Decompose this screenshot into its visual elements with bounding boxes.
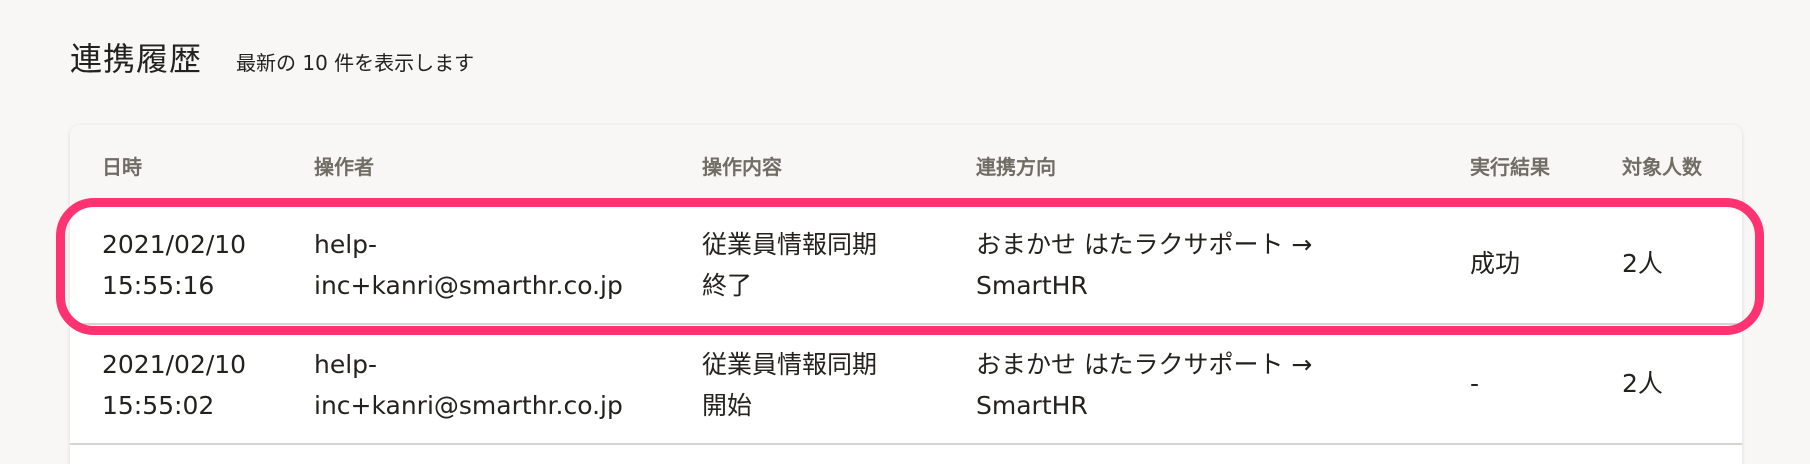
cell-direction: おまかせ はたラクサポート → SmartHR xyxy=(976,230,1313,300)
history-table: 日時 操作者 操作内容 連携方向 実行結果 対象人数 2021/02/10 15… xyxy=(70,125,1742,464)
integration-history-page: 連携履歴 最新の 10 件を表示します 日時 操作者 操作内容 連携方向 実行結… xyxy=(0,0,1810,464)
column-header-result: 実行結果 xyxy=(1470,155,1550,179)
column-header-operator: 操作者 xyxy=(314,155,374,179)
cell-count: 2人 xyxy=(1622,369,1663,398)
table-row: 2021/02/10 15:55:16 help- inc+kanri@smar… xyxy=(70,205,1742,325)
page-title: 連携履歴 xyxy=(70,40,203,78)
cell-action: 従業員情報同期 終了 xyxy=(702,230,878,300)
cell-action: 従業員情報同期 開始 xyxy=(702,350,878,420)
cell-datetime: 2021/02/10 15:55:02 xyxy=(102,350,247,420)
column-header-direction: 連携方向 xyxy=(976,155,1056,179)
column-header-count: 対象人数 xyxy=(1622,155,1702,179)
page-subtitle: 最新の 10 件を表示します xyxy=(236,51,475,75)
table-header: 日時 操作者 操作内容 連携方向 実行結果 対象人数 xyxy=(70,125,1742,205)
column-header-action: 操作内容 xyxy=(702,155,782,179)
cell-count: 2人 xyxy=(1622,249,1663,278)
cell-result: 成功 xyxy=(1470,249,1521,278)
column-header-datetime: 日時 xyxy=(102,155,142,179)
cell-operator: help- inc+kanri@smarthr.co.jp xyxy=(314,350,623,420)
cell-datetime: 2021/02/10 15:55:16 xyxy=(102,230,247,300)
table-row: 2021/02/10 15:55:02 help- inc+kanri@smar… xyxy=(70,325,1742,445)
cell-result: - xyxy=(1470,369,1480,398)
cell-direction: おまかせ はたラクサポート → SmartHR xyxy=(976,350,1313,420)
heading-row: 連携履歴 最新の 10 件を表示します xyxy=(70,34,474,80)
cell-operator: help- inc+kanri@smarthr.co.jp xyxy=(314,230,623,300)
